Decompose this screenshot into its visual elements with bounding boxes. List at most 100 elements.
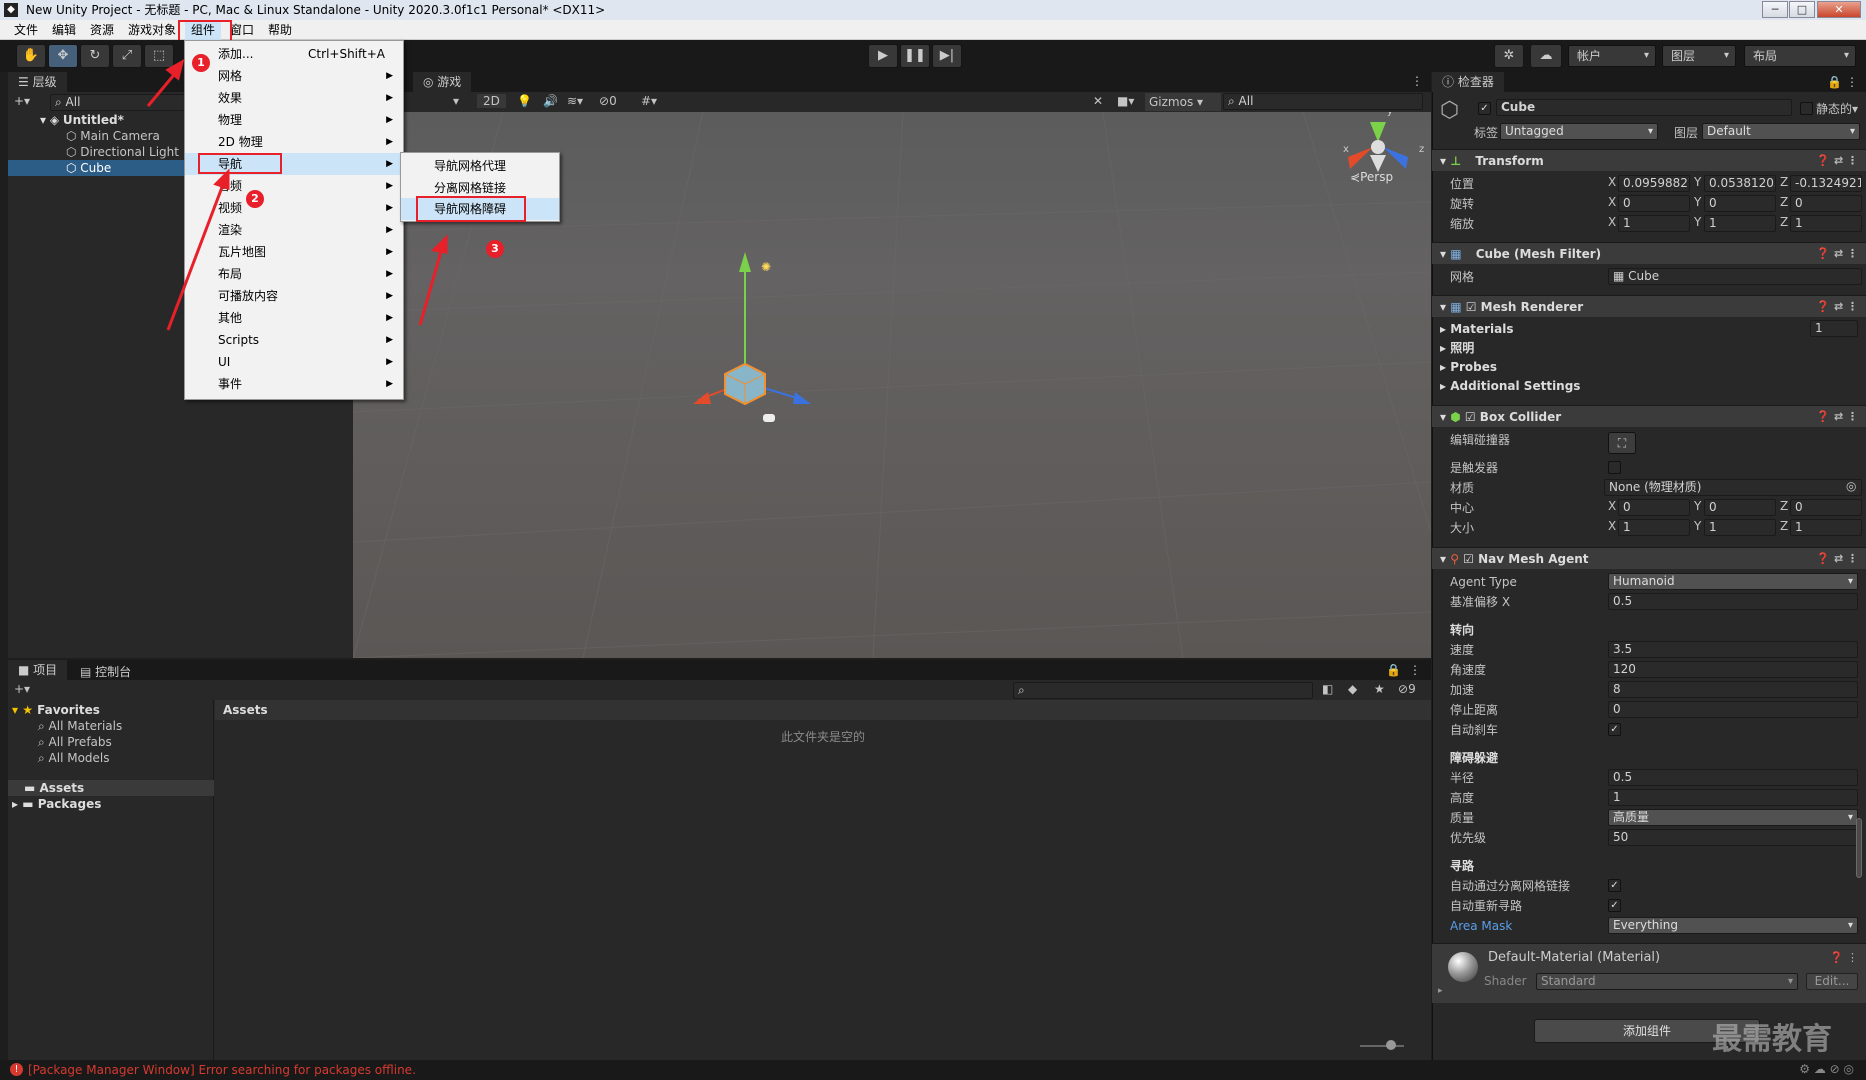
- favorite-star-icon[interactable]: ★: [1374, 682, 1385, 696]
- lighting-foldout[interactable]: ▸ 照明: [1440, 339, 1474, 357]
- move-tool-icon[interactable]: ✥: [48, 44, 78, 68]
- component-header-icons[interactable]: ❓ ⇄ ⋮: [1816, 243, 1858, 265]
- camera-icon[interactable]: ■▾: [1117, 94, 1134, 108]
- edit-collider-button[interactable]: ⛶: [1608, 432, 1636, 454]
- static-checkbox[interactable]: [1800, 102, 1813, 115]
- speed-field[interactable]: 3.5: [1608, 641, 1858, 658]
- zoom-slider[interactable]: [1360, 1045, 1404, 1047]
- size-x-field[interactable]: 1: [1618, 519, 1690, 536]
- angular-speed-field[interactable]: 120: [1608, 661, 1858, 678]
- menu-item-layout[interactable]: 布局 ▶: [185, 263, 403, 285]
- filter-type-icon[interactable]: ◧: [1322, 682, 1333, 696]
- position-x-field[interactable]: 0.09598827: [1618, 175, 1690, 192]
- rotation-x-field[interactable]: 0: [1618, 195, 1690, 212]
- rotation-z-field[interactable]: 0: [1790, 195, 1862, 212]
- active-checkbox[interactable]: ✓: [1478, 102, 1491, 115]
- gizmos-dropdown[interactable]: Gizmos ▾: [1145, 93, 1222, 111]
- hierarchy-search-input[interactable]: ⌕ All: [50, 94, 200, 111]
- create-asset-button[interactable]: +▾: [14, 682, 30, 696]
- position-y-field[interactable]: 0.05381203: [1704, 175, 1776, 192]
- menu-item-audio[interactable]: 音频 ▶: [185, 175, 403, 197]
- tag-dropdown[interactable]: Untagged: [1500, 123, 1658, 140]
- play-button[interactable]: ▶: [868, 44, 898, 68]
- mode-2d-toggle[interactable]: 2D: [477, 94, 506, 108]
- layers-dropdown[interactable]: 图层: [1662, 45, 1736, 67]
- more-options-icon[interactable]: ⋮: [1846, 75, 1858, 89]
- menu-item-rendering[interactable]: 渲染 ▶: [185, 219, 403, 241]
- materials-count-field[interactable]: 1: [1810, 320, 1858, 337]
- stopping-distance-field[interactable]: 0: [1608, 701, 1858, 718]
- menu-item-mesh[interactable]: 网格 ▶: [185, 65, 403, 87]
- center-z-field[interactable]: 0: [1790, 499, 1862, 516]
- minimize-button[interactable]: ─: [1762, 1, 1788, 18]
- rect-tool-icon[interactable]: ⬚: [144, 44, 174, 68]
- tab-project[interactable]: ■ 项目: [8, 660, 68, 680]
- mesh-field[interactable]: ▦ Cube: [1608, 268, 1862, 285]
- position-z-field[interactable]: -0.1324921: [1790, 175, 1862, 192]
- is-trigger-checkbox[interactable]: [1608, 461, 1621, 474]
- transform-header[interactable]: ▾ ⊥ Transform ❓ ⇄ ⋮: [1432, 149, 1866, 171]
- materials-foldout[interactable]: ▸ Materials: [1440, 320, 1514, 338]
- status-icons[interactable]: ⚙ ☁ ⊘ ◎: [1799, 1062, 1854, 1076]
- auto-traverse-checkbox[interactable]: ✓: [1608, 879, 1621, 892]
- tab-console[interactable]: ▤ 控制台: [80, 663, 131, 680]
- tools-icon[interactable]: ✕: [1093, 94, 1103, 108]
- lock-icon[interactable]: 🔒: [1827, 75, 1842, 89]
- assets-folder-row[interactable]: ▬ Assets: [8, 780, 214, 796]
- project-search-input[interactable]: ⌕: [1013, 682, 1313, 699]
- center-x-field[interactable]: 0: [1618, 499, 1690, 516]
- step-button[interactable]: ▶|: [932, 44, 962, 68]
- mesh-renderer-header[interactable]: ▾ ▦ ☑ Mesh Renderer ❓ ⇄ ⋮: [1432, 295, 1866, 317]
- cloud-icon[interactable]: ☁: [1530, 44, 1562, 68]
- size-z-field[interactable]: 1: [1790, 519, 1862, 536]
- draw-mode-dropdown[interactable]: ▾: [453, 94, 459, 108]
- size-y-field[interactable]: 1: [1704, 519, 1776, 536]
- menu-item-miscellaneous[interactable]: 其他 ▶: [185, 307, 403, 329]
- hidden-objects-toggle[interactable]: ⊘0: [599, 94, 617, 108]
- auto-repath-checkbox[interactable]: ✓: [1608, 899, 1621, 912]
- base-offset-field[interactable]: 0.5: [1608, 593, 1858, 610]
- static-dropdown[interactable]: 静态的▾: [1816, 100, 1858, 117]
- additional-settings-foldout[interactable]: ▸ Additional Settings: [1440, 377, 1580, 395]
- box-collider-header[interactable]: ▾ ⬢ ☑ Box Collider ❓ ⇄ ⋮: [1432, 405, 1866, 427]
- rotation-y-field[interactable]: 0: [1704, 195, 1776, 212]
- menu-assets[interactable]: 资源: [84, 20, 120, 40]
- component-header-icons[interactable]: ❓ ⇄ ⋮: [1816, 296, 1858, 318]
- effects-icon[interactable]: ≋▾: [567, 94, 583, 108]
- object-name-input[interactable]: Cube: [1496, 99, 1792, 116]
- material-foldout-arrow-icon[interactable]: ▸: [1438, 986, 1443, 996]
- shader-edit-button[interactable]: Edit...: [1806, 973, 1858, 990]
- menu-item-tilemap[interactable]: 瓦片地图 ▶: [185, 241, 403, 263]
- menu-edit[interactable]: 编辑: [46, 20, 82, 40]
- shader-dropdown[interactable]: Standard: [1536, 973, 1798, 990]
- probes-foldout[interactable]: ▸ Probes: [1440, 358, 1497, 376]
- collab-icon[interactable]: ✲: [1494, 44, 1524, 68]
- menu-help[interactable]: 帮助: [262, 20, 298, 40]
- tab-game[interactable]: ◎ 游戏: [413, 72, 472, 92]
- maximize-button[interactable]: □: [1789, 1, 1815, 18]
- menu-item-physics-2d[interactable]: 2D 物理 ▶: [185, 131, 403, 153]
- nav-mesh-agent-header[interactable]: ▾ ⚲ ☑ Nav Mesh Agent ❓ ⇄ ⋮: [1432, 547, 1866, 569]
- layout-dropdown[interactable]: 布局: [1744, 45, 1856, 67]
- perspective-toggle[interactable]: ⋞Persp: [1350, 170, 1393, 184]
- project-breadcrumb[interactable]: Assets: [215, 700, 1431, 720]
- hand-tool-icon[interactable]: ✋: [16, 44, 46, 68]
- favorite-item-materials[interactable]: ⌕ All Materials: [38, 718, 122, 734]
- quality-dropdown[interactable]: 高质量: [1608, 809, 1858, 826]
- height-field[interactable]: 1: [1608, 789, 1858, 806]
- scale-z-field[interactable]: 1: [1790, 215, 1862, 232]
- scene-search-input[interactable]: ⌕ All: [1223, 93, 1423, 110]
- lighting-icon[interactable]: 💡: [517, 94, 532, 108]
- area-mask-dropdown[interactable]: Everything: [1608, 917, 1858, 934]
- component-header-icons[interactable]: ❓ ⇄ ⋮: [1816, 150, 1858, 172]
- acceleration-field[interactable]: 8: [1608, 681, 1858, 698]
- menu-item-video[interactable]: 视频 ▶: [185, 197, 403, 219]
- component-enabled-checkbox[interactable]: ☑: [1466, 300, 1481, 314]
- tab-inspector[interactable]: ⓘ 检查器: [1432, 72, 1504, 92]
- component-enabled-checkbox[interactable]: ☑: [1463, 552, 1478, 566]
- menu-item-scripts[interactable]: Scripts ▶: [185, 329, 403, 351]
- menu-file[interactable]: 文件: [8, 20, 44, 40]
- mesh-filter-header[interactable]: ▾ ▦ Cube (Mesh Filter) ❓ ⇄ ⋮: [1432, 242, 1866, 264]
- agent-type-dropdown[interactable]: Humanoid: [1608, 573, 1858, 590]
- scale-y-field[interactable]: 1: [1704, 215, 1776, 232]
